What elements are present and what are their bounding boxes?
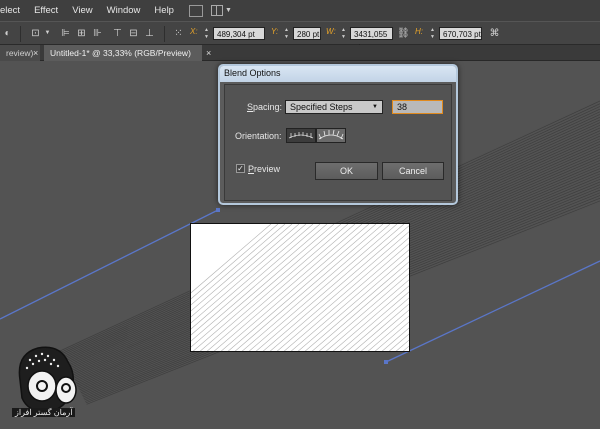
align-to-page-icon bbox=[288, 132, 314, 139]
blend-line bbox=[213, 224, 363, 351]
align-top-icon[interactable]: ⊤ bbox=[112, 28, 123, 39]
blend-line bbox=[408, 224, 410, 352]
dialog-body: Spacing: Specified Steps ▼ 38 Orientatio… bbox=[224, 84, 452, 201]
align-to-icon[interactable]: ⊡ bbox=[30, 28, 41, 39]
selection-path-right bbox=[385, 260, 600, 363]
document-tab-bar: review) × Untitled-1* @ 33,33% (RGB/Prev… bbox=[0, 45, 600, 61]
cancel-button[interactable]: Cancel bbox=[382, 162, 444, 180]
h-stepper-icon[interactable]: ▲ ▼ bbox=[429, 27, 436, 41]
artboard-blend-lines bbox=[191, 224, 410, 352]
align-to-path-icon bbox=[318, 129, 344, 140]
spacing-select[interactable]: Specified Steps ▼ bbox=[285, 100, 383, 114]
x-label: X: bbox=[190, 27, 198, 36]
x-stepper-icon[interactable]: ▲ ▼ bbox=[203, 27, 210, 41]
h-field[interactable]: 670,703 pt bbox=[439, 27, 482, 40]
preview-label: Preview bbox=[248, 164, 281, 174]
tab-untitled-1[interactable]: Untitled-1* @ 33,33% (RGB/Preview) bbox=[44, 45, 202, 61]
align-to-path-button[interactable] bbox=[316, 128, 346, 143]
blend-line bbox=[290, 249, 409, 351]
blend-line bbox=[381, 327, 409, 351]
close-icon[interactable]: × bbox=[33, 45, 38, 61]
menu-bar: elect Effect View Window Help ▼ bbox=[0, 0, 600, 21]
spacing-label: Spacing: bbox=[247, 102, 283, 112]
y-stepper-icon[interactable]: ▲ ▼ bbox=[283, 27, 290, 41]
reference-point-icon[interactable]: ⁙ bbox=[173, 28, 184, 39]
blend-line bbox=[199, 224, 349, 351]
w-field[interactable]: 3431,055 pt bbox=[350, 27, 393, 52]
tab-label: review) bbox=[6, 48, 34, 58]
tab-label: Untitled-1* @ 33,33% (RGB/Preview) bbox=[50, 48, 191, 58]
chevron-down-icon: ▼ bbox=[372, 104, 378, 110]
w-stepper-icon[interactable]: ▲ ▼ bbox=[340, 27, 347, 41]
transform-icon[interactable]: ⌘ bbox=[489, 28, 500, 39]
blend-line bbox=[191, 224, 279, 300]
arrange-documents-icon[interactable]: ▼ bbox=[210, 5, 235, 17]
chevron-down-icon[interactable]: ▼ bbox=[42, 28, 53, 39]
y-label: Y: bbox=[271, 27, 279, 36]
blend-line bbox=[220, 224, 370, 351]
ok-button[interactable]: OK bbox=[315, 162, 378, 180]
dialog-title: Blend Options bbox=[224, 68, 281, 78]
constrain-proportions-icon[interactable]: ⛓ bbox=[397, 28, 410, 39]
align-bottom-icon[interactable]: ⊥ bbox=[144, 28, 155, 39]
anchor-point bbox=[216, 208, 220, 212]
align-right-icon[interactable]: ⊪ bbox=[92, 28, 103, 39]
orientation-label: Orientation: bbox=[235, 131, 282, 141]
align-to-page-button[interactable] bbox=[286, 128, 316, 143]
y-field[interactable]: 280 pt bbox=[293, 27, 321, 40]
blend-line bbox=[191, 224, 328, 342]
watermark-text: آرمان گستر افراز bbox=[12, 408, 76, 417]
align-left-icon[interactable]: ⊫ bbox=[60, 28, 71, 39]
blend-line bbox=[311, 267, 409, 351]
separator bbox=[20, 26, 21, 42]
blend-line bbox=[332, 285, 409, 351]
anchor-point bbox=[384, 360, 388, 364]
menu-view[interactable]: View bbox=[65, 0, 99, 21]
dialog-title-bar[interactable]: Blend Options bbox=[220, 66, 456, 82]
blend-options-dialog: Blend Options Spacing: Specified Steps ▼… bbox=[218, 64, 458, 205]
steps-input[interactable]: 38 bbox=[392, 100, 443, 114]
menu-help[interactable]: Help bbox=[147, 0, 181, 21]
menu-window[interactable]: Window bbox=[100, 0, 148, 21]
artboard[interactable] bbox=[190, 223, 410, 352]
h-label: H: bbox=[415, 27, 423, 36]
menu-select[interactable]: elect bbox=[0, 0, 27, 21]
align-center-icon[interactable]: ⊞ bbox=[76, 28, 87, 39]
align-middle-icon[interactable]: ⊟ bbox=[128, 28, 139, 39]
blend-line bbox=[206, 224, 356, 351]
bridge-icon[interactable] bbox=[188, 4, 203, 17]
separator bbox=[164, 26, 165, 42]
x-field[interactable]: 489,304 pt bbox=[213, 27, 265, 40]
spacing-value: Specified Steps bbox=[290, 102, 353, 112]
blend-line bbox=[192, 224, 342, 351]
w-label: W: bbox=[326, 27, 336, 36]
blend-line bbox=[191, 224, 272, 294]
control-bar: ◐ ⊡ ▼ ⊫ ⊞ ⊪ ⊤ ⊟ ⊥ ⁙ X: ▲ ▼ 489,304 pt Y: … bbox=[0, 21, 600, 52]
close-icon[interactable]: × bbox=[206, 45, 211, 61]
recolor-icon[interactable]: ◐ bbox=[2, 28, 13, 39]
menu-effect[interactable]: Effect bbox=[27, 0, 65, 21]
preview-checkbox[interactable]: ✓ bbox=[236, 164, 245, 173]
